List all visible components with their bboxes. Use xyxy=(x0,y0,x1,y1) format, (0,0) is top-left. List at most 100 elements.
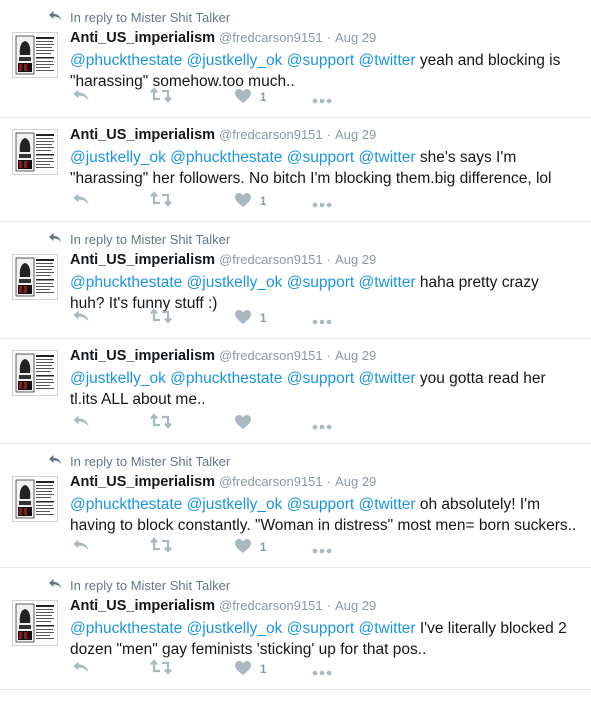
tweet[interactable]: In reply to Mister Shit Talker Anti_US_i… xyxy=(0,222,591,339)
timestamp[interactable]: Aug 29 xyxy=(335,127,376,142)
mention-link[interactable]: @support xyxy=(287,370,354,387)
timestamp[interactable]: Aug 29 xyxy=(335,30,376,45)
reply-context[interactable]: In reply to Mister Shit Talker xyxy=(48,453,230,471)
mention-link[interactable]: @phuckthestate xyxy=(170,370,282,387)
avatar[interactable] xyxy=(12,32,58,78)
mention-link[interactable]: @twitter xyxy=(358,149,415,166)
reply-button[interactable] xyxy=(72,414,90,431)
mention-link[interactable]: @justkelly_ok xyxy=(187,52,283,69)
timestamp[interactable]: Aug 29 xyxy=(335,252,376,267)
more-options-button[interactable] xyxy=(312,197,332,211)
more-options-button[interactable] xyxy=(312,314,332,328)
reply-context[interactable]: In reply to Mister Shit Talker xyxy=(48,231,230,249)
like-button[interactable]: 1 xyxy=(234,309,266,328)
tweet[interactable]: Anti_US_imperialism @fredcarson9151 · Au… xyxy=(0,339,591,444)
timestamp[interactable]: Aug 29 xyxy=(335,348,376,363)
tweet-text: @phuckthestate @justkelly_ok @support @t… xyxy=(70,494,577,536)
avatar[interactable] xyxy=(12,129,58,175)
separator-dot: · xyxy=(326,348,332,363)
mention-link[interactable]: @twitter xyxy=(358,496,415,513)
tweet[interactable]: In reply to Mister Shit Talker Anti_US_i… xyxy=(0,0,591,118)
retweet-button[interactable] xyxy=(150,659,172,678)
like-button[interactable] xyxy=(234,414,260,433)
like-button[interactable]: 1 xyxy=(234,660,266,679)
reply-button[interactable] xyxy=(72,88,90,105)
avatar[interactable] xyxy=(12,600,58,646)
like-count: 1 xyxy=(260,663,267,676)
mention-link[interactable]: @justkelly_ok xyxy=(187,274,283,291)
more-options-button[interactable] xyxy=(312,93,332,107)
reply-context[interactable]: In reply to Mister Shit Talker xyxy=(48,577,230,595)
avatar[interactable] xyxy=(12,254,58,300)
mention-link[interactable]: @twitter xyxy=(358,274,415,291)
mention-link[interactable]: @justkelly_ok xyxy=(187,496,283,513)
tweet-content: Anti_US_imperialism @fredcarson9151 · Au… xyxy=(70,29,577,92)
mention-link[interactable]: @support xyxy=(287,52,354,69)
retweet-button[interactable] xyxy=(150,191,172,210)
display-name[interactable]: Anti_US_imperialism xyxy=(70,127,215,143)
tweet-content: Anti_US_imperialism @fredcarson9151 · Au… xyxy=(70,126,577,189)
mention-link[interactable]: @twitter xyxy=(358,52,415,69)
retweet-button[interactable] xyxy=(150,413,172,432)
avatar-fist-poster-icon xyxy=(13,351,57,395)
reply-button[interactable] xyxy=(72,538,90,555)
mention-link[interactable]: @phuckthestate xyxy=(170,149,282,166)
reply-icon xyxy=(72,309,90,326)
tweet-header: Anti_US_imperialism @fredcarson9151 · Au… xyxy=(70,251,577,269)
mention-link[interactable]: @twitter xyxy=(358,620,415,637)
mention-link[interactable]: @phuckthestate xyxy=(70,52,182,69)
tweet-text: @justkelly_ok @phuckthestate @support @t… xyxy=(70,147,577,189)
mention-link[interactable]: @phuckthestate xyxy=(70,274,182,291)
like-button[interactable]: 1 xyxy=(234,192,266,211)
more-dots-icon xyxy=(312,93,332,107)
more-options-button[interactable] xyxy=(312,543,332,557)
reply-context-text: In reply to Mister Shit Talker xyxy=(70,454,231,469)
retweet-button[interactable] xyxy=(150,308,172,327)
reply-context[interactable]: In reply to Mister Shit Talker xyxy=(48,9,230,27)
like-heart-icon xyxy=(234,309,252,328)
mention-link[interactable]: @phuckthestate xyxy=(70,620,182,637)
user-handle[interactable]: @fredcarson9151 xyxy=(219,127,323,142)
timestamp[interactable]: Aug 29 xyxy=(335,598,376,613)
timestamp[interactable]: Aug 29 xyxy=(335,474,376,489)
mention-link[interactable]: @justkelly_ok xyxy=(70,149,166,166)
retweet-icon xyxy=(150,413,172,432)
display-name[interactable]: Anti_US_imperialism xyxy=(70,30,215,46)
mention-link[interactable]: @justkelly_ok xyxy=(187,620,283,637)
mention-link[interactable]: @phuckthestate xyxy=(70,496,182,513)
reply-icon xyxy=(72,88,90,105)
more-options-button[interactable] xyxy=(312,665,332,679)
display-name[interactable]: Anti_US_imperialism xyxy=(70,348,215,364)
more-options-button[interactable] xyxy=(312,419,332,433)
retweet-button[interactable] xyxy=(150,87,172,106)
display-name[interactable]: Anti_US_imperialism xyxy=(70,474,215,490)
mention-link[interactable]: @justkelly_ok xyxy=(70,370,166,387)
retweet-icon xyxy=(150,659,172,678)
avatar[interactable] xyxy=(12,476,58,522)
separator-dot: · xyxy=(326,598,332,613)
tweet[interactable]: Anti_US_imperialism @fredcarson9151 · Au… xyxy=(0,118,591,222)
user-handle[interactable]: @fredcarson9151 xyxy=(219,598,323,613)
mention-link[interactable]: @support xyxy=(287,274,354,291)
reply-button[interactable] xyxy=(72,192,90,209)
reply-button[interactable] xyxy=(72,309,90,326)
avatar[interactable] xyxy=(12,350,58,396)
reply-icon xyxy=(72,192,90,209)
tweet[interactable]: In reply to Mister Shit Talker Anti_US_i… xyxy=(0,568,591,690)
mention-link[interactable]: @twitter xyxy=(358,370,415,387)
retweet-button[interactable] xyxy=(150,537,172,556)
display-name[interactable]: Anti_US_imperialism xyxy=(70,598,215,614)
user-handle[interactable]: @fredcarson9151 xyxy=(219,348,323,363)
like-button[interactable]: 1 xyxy=(234,88,266,107)
user-handle[interactable]: @fredcarson9151 xyxy=(219,252,323,267)
like-button[interactable]: 1 xyxy=(234,538,266,557)
mention-link[interactable]: @support xyxy=(287,149,354,166)
reply-button[interactable] xyxy=(72,660,90,677)
user-handle[interactable]: @fredcarson9151 xyxy=(219,474,323,489)
display-name[interactable]: Anti_US_imperialism xyxy=(70,252,215,268)
tweet[interactable]: In reply to Mister Shit Talker Anti_US_i… xyxy=(0,444,591,568)
mention-link[interactable]: @support xyxy=(287,496,354,513)
tweet-header: Anti_US_imperialism @fredcarson9151 · Au… xyxy=(70,347,577,365)
user-handle[interactable]: @fredcarson9151 xyxy=(219,30,323,45)
mention-link[interactable]: @support xyxy=(287,620,354,637)
